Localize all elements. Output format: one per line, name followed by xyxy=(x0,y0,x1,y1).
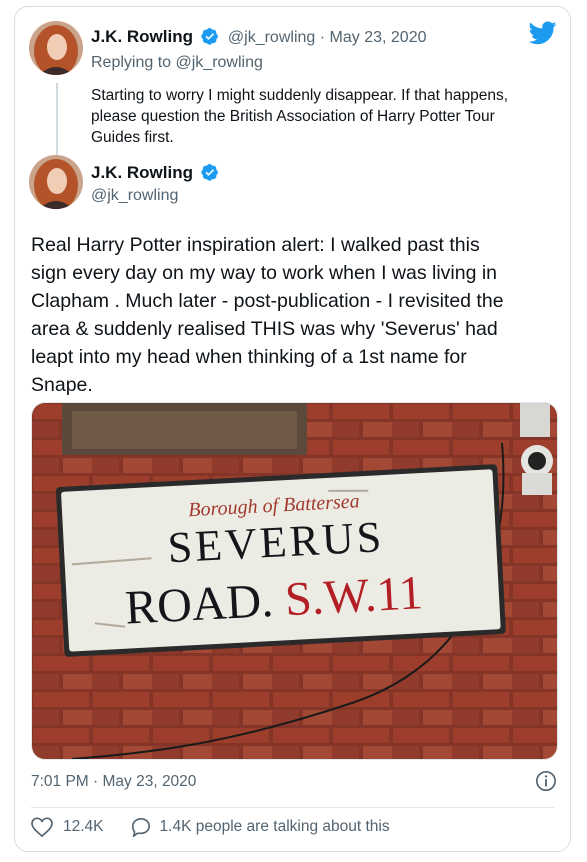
twitter-bird-icon[interactable] xyxy=(529,21,557,45)
author-name[interactable]: J.K. Rowling xyxy=(91,27,193,46)
reply-header: J.K. Rowling @jk_rowling · May 23, 2020 xyxy=(91,27,427,46)
tweet-date[interactable]: May 23, 2020 xyxy=(330,29,427,46)
sign-road: ROAD. xyxy=(124,574,275,635)
verified-badge-icon xyxy=(201,28,219,45)
sign-postcode: S.W.11 xyxy=(284,566,424,626)
heart-icon[interactable] xyxy=(31,817,53,837)
reply-tweet-text: Starting to worry I might suddenly disap… xyxy=(91,87,509,146)
author-handle[interactable]: @jk_rowling xyxy=(91,187,178,205)
thread-line xyxy=(56,83,58,155)
speech-bubble-icon[interactable] xyxy=(130,817,152,837)
verified-badge-icon xyxy=(201,164,219,181)
tweet-timestamp[interactable]: 7:01 PM · May 23, 2020 xyxy=(31,773,196,791)
talking-count[interactable]: 1.4K people are talking about this xyxy=(160,818,390,836)
main-author: J.K. Rowling xyxy=(91,163,219,183)
like-count[interactable]: 12.4K xyxy=(63,818,104,836)
author-handle[interactable]: @jk_rowling xyxy=(228,29,315,46)
main-tweet-text: Real Harry Potter inspiration alert: I w… xyxy=(31,234,504,396)
avatar[interactable] xyxy=(29,155,83,209)
replying-to[interactable]: Replying to @jk_rowling xyxy=(91,54,263,72)
avatar[interactable] xyxy=(29,21,83,75)
author-name[interactable]: J.K. Rowling xyxy=(91,163,193,182)
tweet-card: J.K. Rowling @jk_rowling · May 23, 2020 … xyxy=(14,6,571,852)
info-icon[interactable] xyxy=(535,770,557,792)
tweet-stats: 12.4K 1.4K people are talking about this xyxy=(31,817,390,837)
divider xyxy=(31,807,554,808)
tweet-photo[interactable]: Borough of Battersea SEVERUS ROAD. S.W.1… xyxy=(31,402,558,760)
